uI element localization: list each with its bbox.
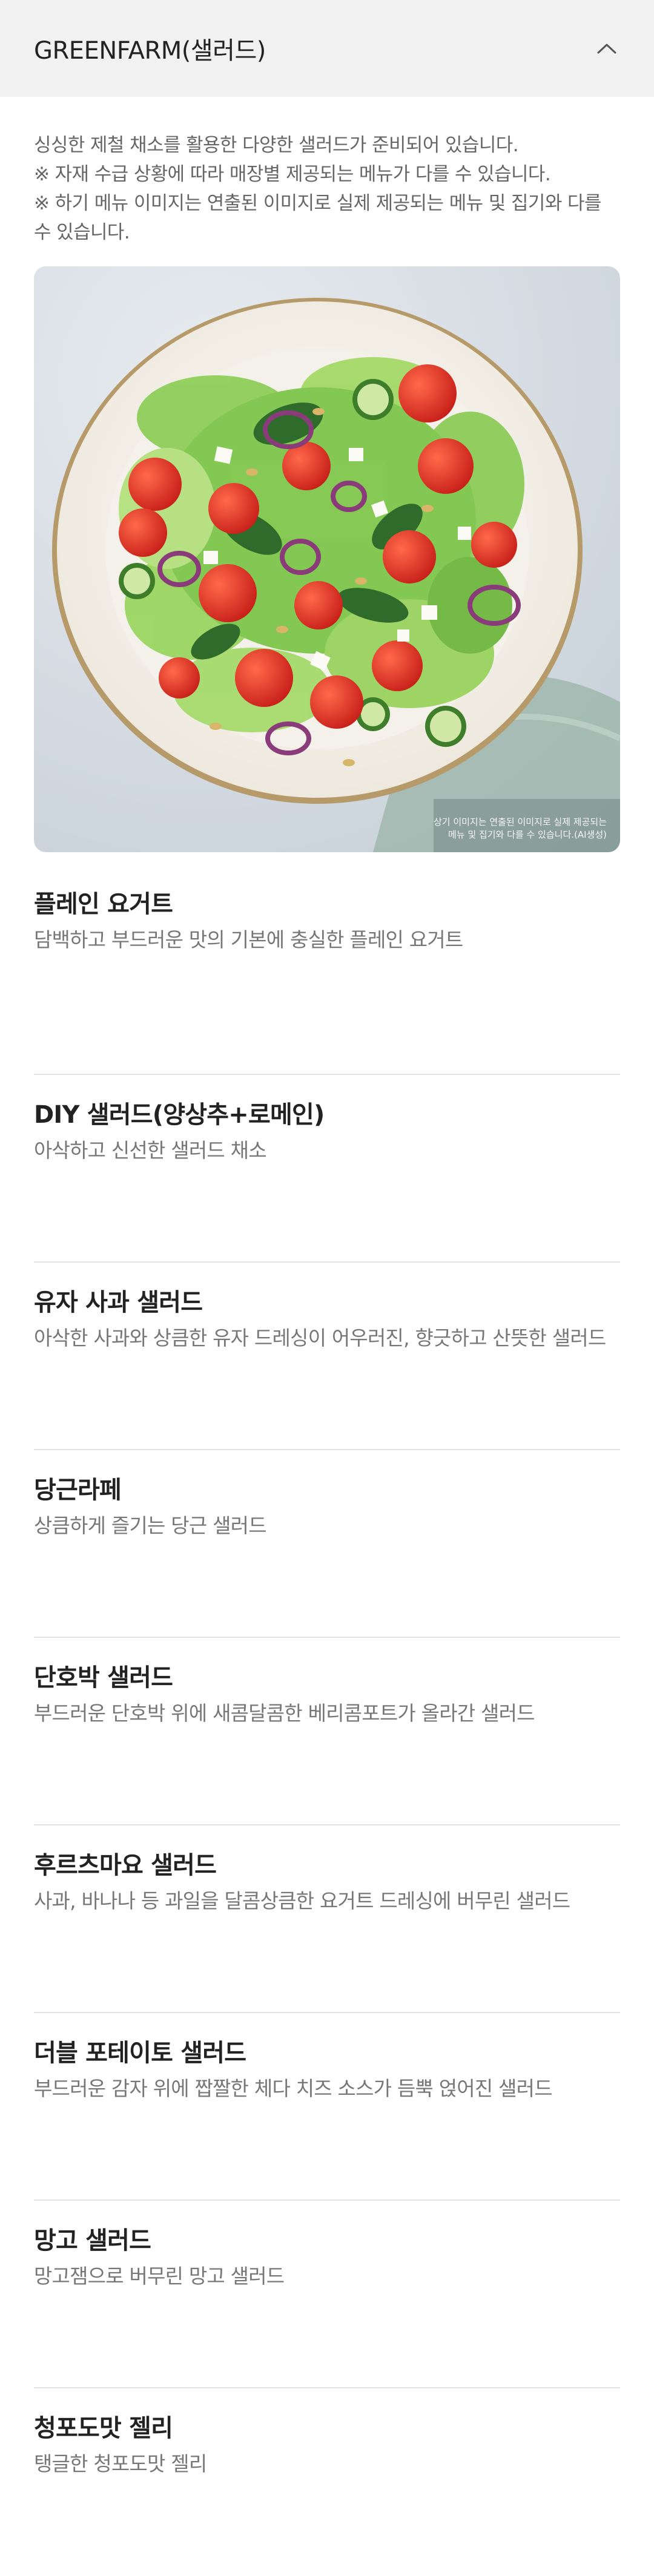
salad-image: 상기 이미지는 연출된 이미지로 실제 제공되는 메뉴 및 집기와 다를 수 있… [34,266,620,852]
menu-description: 탱글한 청포도맛 젤리 [34,2452,207,2476]
menu-item: 후르츠마요 샐러드 사과, 바나나 등 과일을 달콤상큼한 요거트 드레싱에 버… [34,1825,620,2013]
menu-item: 단호박 샐러드 부드러운 단호박 위에 새콤달콤한 베리콤포트가 올라간 샐러드 [34,1638,620,1825]
section-title: GREENFARM(샐러드) [34,37,266,65]
image-disclaimer: 상기 이미지는 연출된 이미지로 실제 제공되는 메뉴 및 집기와 다를 수 있… [413,816,607,841]
menu-description: 담백하고 부드러운 맛의 기본에 충실한 플레인 요거트 [34,928,463,951]
menu-name: 청포도맛 젤리 [34,2414,173,2442]
menu-item: 플레인 요거트 담백하고 부드러운 맛의 기본에 충실한 플레인 요거트 [34,887,620,1075]
menu-description: 아삭하고 신선한 샐러드 채소 [34,1138,267,1162]
caption-line: 상기 이미지는 연출된 이미지로 실제 제공되는 [433,816,607,827]
menu-name: 망고 샐러드 [34,2227,151,2255]
menu-name: 후르츠마요 샐러드 [34,1852,217,1879]
menu-item: 유자 사과 샐러드 아삭한 사과와 상큼한 유자 드레싱이 어우러진, 향긋하고… [34,1263,620,1450]
menu-name: 더블 포테이토 샐러드 [34,2039,246,2067]
menu-description: 망고잼으로 버무린 망고 샐러드 [34,2264,285,2288]
menu-name: DIY 샐러드(양상추+로메인) [34,1101,325,1129]
menu-name: 플레인 요거트 [34,890,173,918]
menu-item: DIY 샐러드(양상추+로메인) 아삭하고 신선한 샐러드 채소 [34,1075,620,1263]
menu-description: 사과, 바나나 등 과일을 달콤상큼한 요거트 드레싱에 버무린 샐러드 [34,1889,570,1913]
menu-description: 부드러운 감자 위에 짭짤한 체다 치즈 소스가 듬뿍 얹어진 샐러드 [34,2077,553,2100]
caption-line: 메뉴 및 집기와 다를 수 있습니다.(AI생성) [448,829,607,840]
menu-item: 당근라페 상큼하게 즐기는 당근 샐러드 [34,1450,620,1638]
intro-text: 싱싱한 제철 채소를 활용한 다양한 샐러드가 준비되어 있습니다. ※ 자재 … [0,97,654,247]
chevron-up-icon[interactable] [593,35,620,62]
menu-description: 상큼하게 즐기는 당근 샐러드 [34,1514,267,1537]
intro-notice: ※ 하기 메뉴 이미지는 연출된 이미지로 실제 제공되는 메뉴 및 집기와 다… [34,192,601,243]
menu-item: 더블 포테이토 샐러드 부드러운 감자 위에 짭짤한 체다 치즈 소스가 듬뿍 … [34,2013,620,2201]
intro-notice: ※ 자재 수급 상황에 따라 매장별 제공되는 메뉴가 다를 수 있습니다. [34,163,551,185]
accordion-header[interactable]: GREENFARM(샐러드) [0,0,654,97]
menu-name: 단호박 샐러드 [34,1664,173,1692]
menu-description: 부드러운 단호박 위에 새콤달콤한 베리콤포트가 올라간 샐러드 [34,1701,535,1725]
menu-name: 유자 사과 샐러드 [34,1289,203,1316]
menu-list: 플레인 요거트 담백하고 부드러운 맛의 기본에 충실한 플레인 요거트 DIY… [34,887,620,2576]
intro-line: 싱싱한 제철 채소를 활용한 다양한 샐러드가 준비되어 있습니다. [34,134,519,156]
menu-item: 청포도맛 젤리 탱글한 청포도맛 젤리 [34,2388,620,2576]
menu-name: 당근라페 [34,1476,122,1504]
menu-description: 아삭한 사과와 상큼한 유자 드레싱이 어우러진, 향긋하고 산뜻한 샐러드 [34,1326,606,1350]
menu-item: 망고 샐러드 망고잼으로 버무린 망고 샐러드 [34,2201,620,2388]
